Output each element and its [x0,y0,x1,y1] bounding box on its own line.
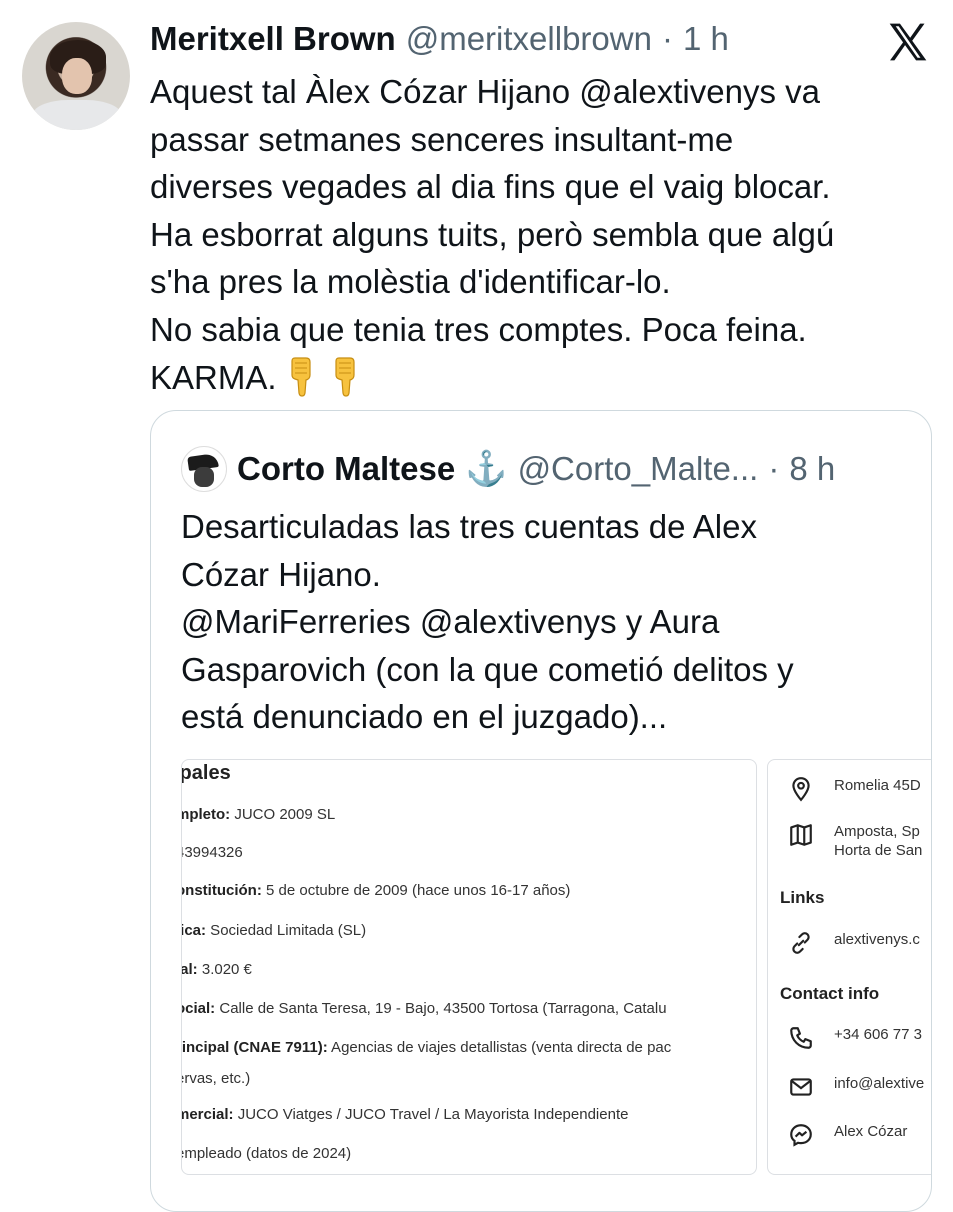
contact-info-screenshot[interactable]: Romelia 45D Amposta, Sp Horta de San Link… [767,759,931,1175]
messenger-item[interactable]: Alex Cózar [788,1122,907,1148]
location-pin-icon [792,777,810,802]
envelope-icon [790,1078,812,1096]
info-row: onstitución: 5 de octubre de 2009 (hace … [181,882,571,899]
address-line: Romelia 45D [834,777,921,794]
contact-heading: Contact info [780,984,880,1003]
avatar-face [194,467,214,487]
map-icon [790,824,812,846]
header-separator: · [661,20,673,57]
region-text: Amposta, Sp Horta de San [834,822,922,860]
x-logo-icon [889,23,927,61]
info-row: 43994326 [181,844,243,861]
info-row: rincipal (CNAE 7911): Agencias de viajes… [181,1039,672,1056]
quote-avatar[interactable] [181,446,227,492]
quote-text: Desarticuladas las tres cuentas de Alex … [181,508,794,736]
quote-separator: · [768,450,780,487]
avatar-face [62,58,92,94]
tweet-time[interactable]: 1 h [683,20,729,58]
messenger-icon [790,1124,812,1147]
avatar-shirt [32,100,122,130]
quote-time[interactable]: 8 h [789,450,835,488]
quote-header: Corto Maltese ⚓ @Corto_Malte... · 8 h [181,446,835,492]
phone-text[interactable]: +34 606 77 3 [834,1025,922,1044]
pointing-down-emoji-icon [335,356,355,397]
card-title: ipales [181,762,231,784]
tweet-header: Meritxell Brown @meritxellbrown · 1 h [150,20,729,60]
address-item: Romelia 45D [788,776,921,802]
quote-author-name[interactable]: Corto Maltese [237,450,455,488]
messenger-text[interactable]: Alex Cózar [834,1122,907,1141]
info-row: empleado (datos de 2024) [181,1145,352,1162]
quoted-tweet[interactable]: Corto Maltese ⚓ @Corto_Malte... · 8 h De… [150,410,932,1212]
info-row: mpleto: JUCO 2009 SL [181,806,336,823]
author-handle[interactable]: @meritxellbrown [406,20,652,58]
phone-item[interactable]: +34 606 77 3 [788,1025,922,1051]
info-row: ocial: Calle de Santa Teresa, 19 - Bajo,… [182,1000,667,1017]
email-item[interactable]: info@alextive [788,1074,924,1100]
phone-icon [790,1027,812,1049]
author-avatar[interactable] [22,22,130,130]
company-info-screenshot[interactable]: ipales mpleto: JUCO 2009 SL 43994326 ons… [181,759,757,1175]
tweet-body: Aquest tal Àlex Cózar Hijano @alextiveny… [150,73,835,396]
link-item[interactable]: alextivenys.c [788,930,920,956]
links-heading: Links [780,888,825,907]
tweet-text: Aquest tal Àlex Cózar Hijano @alextiveny… [150,68,930,401]
anchor-icon: ⚓ [465,450,508,488]
link-text[interactable]: alextivenys.c [834,930,920,949]
region-line-1: Amposta, Sp [834,823,920,840]
info-row: ervas, etc.) [181,1070,251,1087]
quote-author-handle[interactable]: @Corto_Malte... [518,450,759,488]
info-row: mercial: JUCO Viatges / JUCO Travel / La… [181,1106,629,1123]
info-row: ial: 3.020 € [182,961,252,978]
region-line-2: Horta de San [834,842,923,859]
email-text[interactable]: info@alextive [834,1074,924,1093]
author-name[interactable]: Meritxell Brown [150,20,396,58]
link-icon [792,932,810,954]
info-row: lica: Sociedad Limitada (SL) [182,922,367,939]
region-item: Amposta, Sp Horta de San [788,822,922,860]
pointing-down-emoji-icon [291,356,311,397]
